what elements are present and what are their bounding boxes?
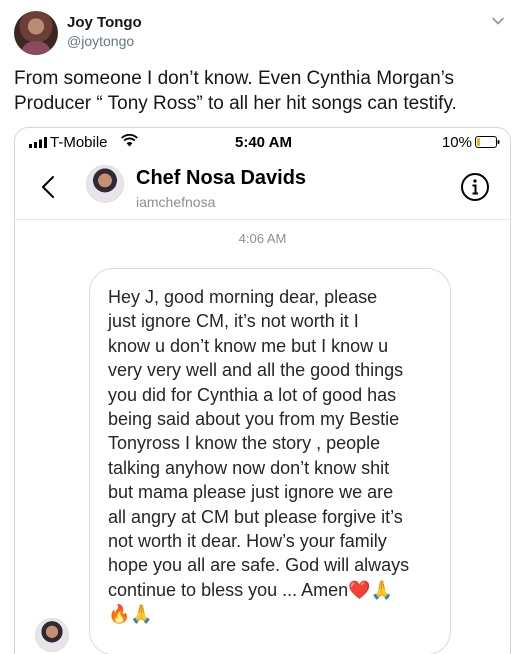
message-line: all angry at CM but please forgive it’s [108,506,403,527]
tweet-media-image[interactable]: T-Mobile 5:40 AM 10% Chef Nosa Davids ia… [14,127,511,654]
message-timestamp: 4:06 AM [238,231,287,246]
chat-header: Chef Nosa Davids iamchefnosa [15,158,510,220]
battery-icon [475,136,500,148]
message-line: continue to bless you ... Amen❤️🙏 [108,579,393,600]
status-clock: 5:40 AM [235,134,292,151]
message-line: 🔥🙏 [108,604,153,625]
message-line: you did for Cynthia a lot of good has [108,384,397,405]
sender-avatar[interactable] [35,618,69,652]
message-line: very very well and all the good things [108,360,404,381]
author-handle[interactable]: @joytongo [67,33,134,49]
message-line: but mama please just ignore we are [108,482,394,503]
message-line: Tonyross I know the story , people [108,433,381,454]
carrier-label: T-Mobile [50,134,108,151]
message-line: just ignore CM, it’s not worth it I [108,311,359,332]
tweet-header: Joy Tongo @joytongo [14,10,509,56]
message-line: being said about you from my Bestie [108,409,400,430]
message-line: hope you all are safe. God will always [108,555,410,576]
author-display-name[interactable]: Joy Tongo [67,14,142,31]
chevron-down-icon[interactable] [491,14,505,28]
wifi-icon [121,134,138,147]
tweet-text: From someone I don’t know. Even Cynthia … [14,66,514,116]
message-line: not worth it dear. How’s your family [108,531,387,552]
message-bubble[interactable]: Hey J, good morning dear, please just ig… [89,268,451,654]
contact-name[interactable]: Chef Nosa Davids [136,167,306,190]
battery-percentage: 10% [441,134,472,151]
message-line: know u don’t know me but I know u [108,335,389,356]
contact-handle: iamchefnosa [136,194,216,210]
message-line: talking anyhow now don’t know shit [108,457,390,478]
tweet-text-line: Producer “ Tony Ross” to all her hit son… [14,93,457,114]
message-line: Hey J, good morning dear, please [108,287,378,307]
info-icon[interactable] [460,172,490,202]
status-bar: T-Mobile 5:40 AM 10% [15,128,510,158]
signal-icon [29,137,47,148]
contact-avatar[interactable] [86,165,124,203]
back-arrow-icon[interactable] [39,174,57,200]
tweet-text-line: From someone I don’t know. Even Cynthia … [14,68,455,89]
author-avatar[interactable] [14,11,58,55]
